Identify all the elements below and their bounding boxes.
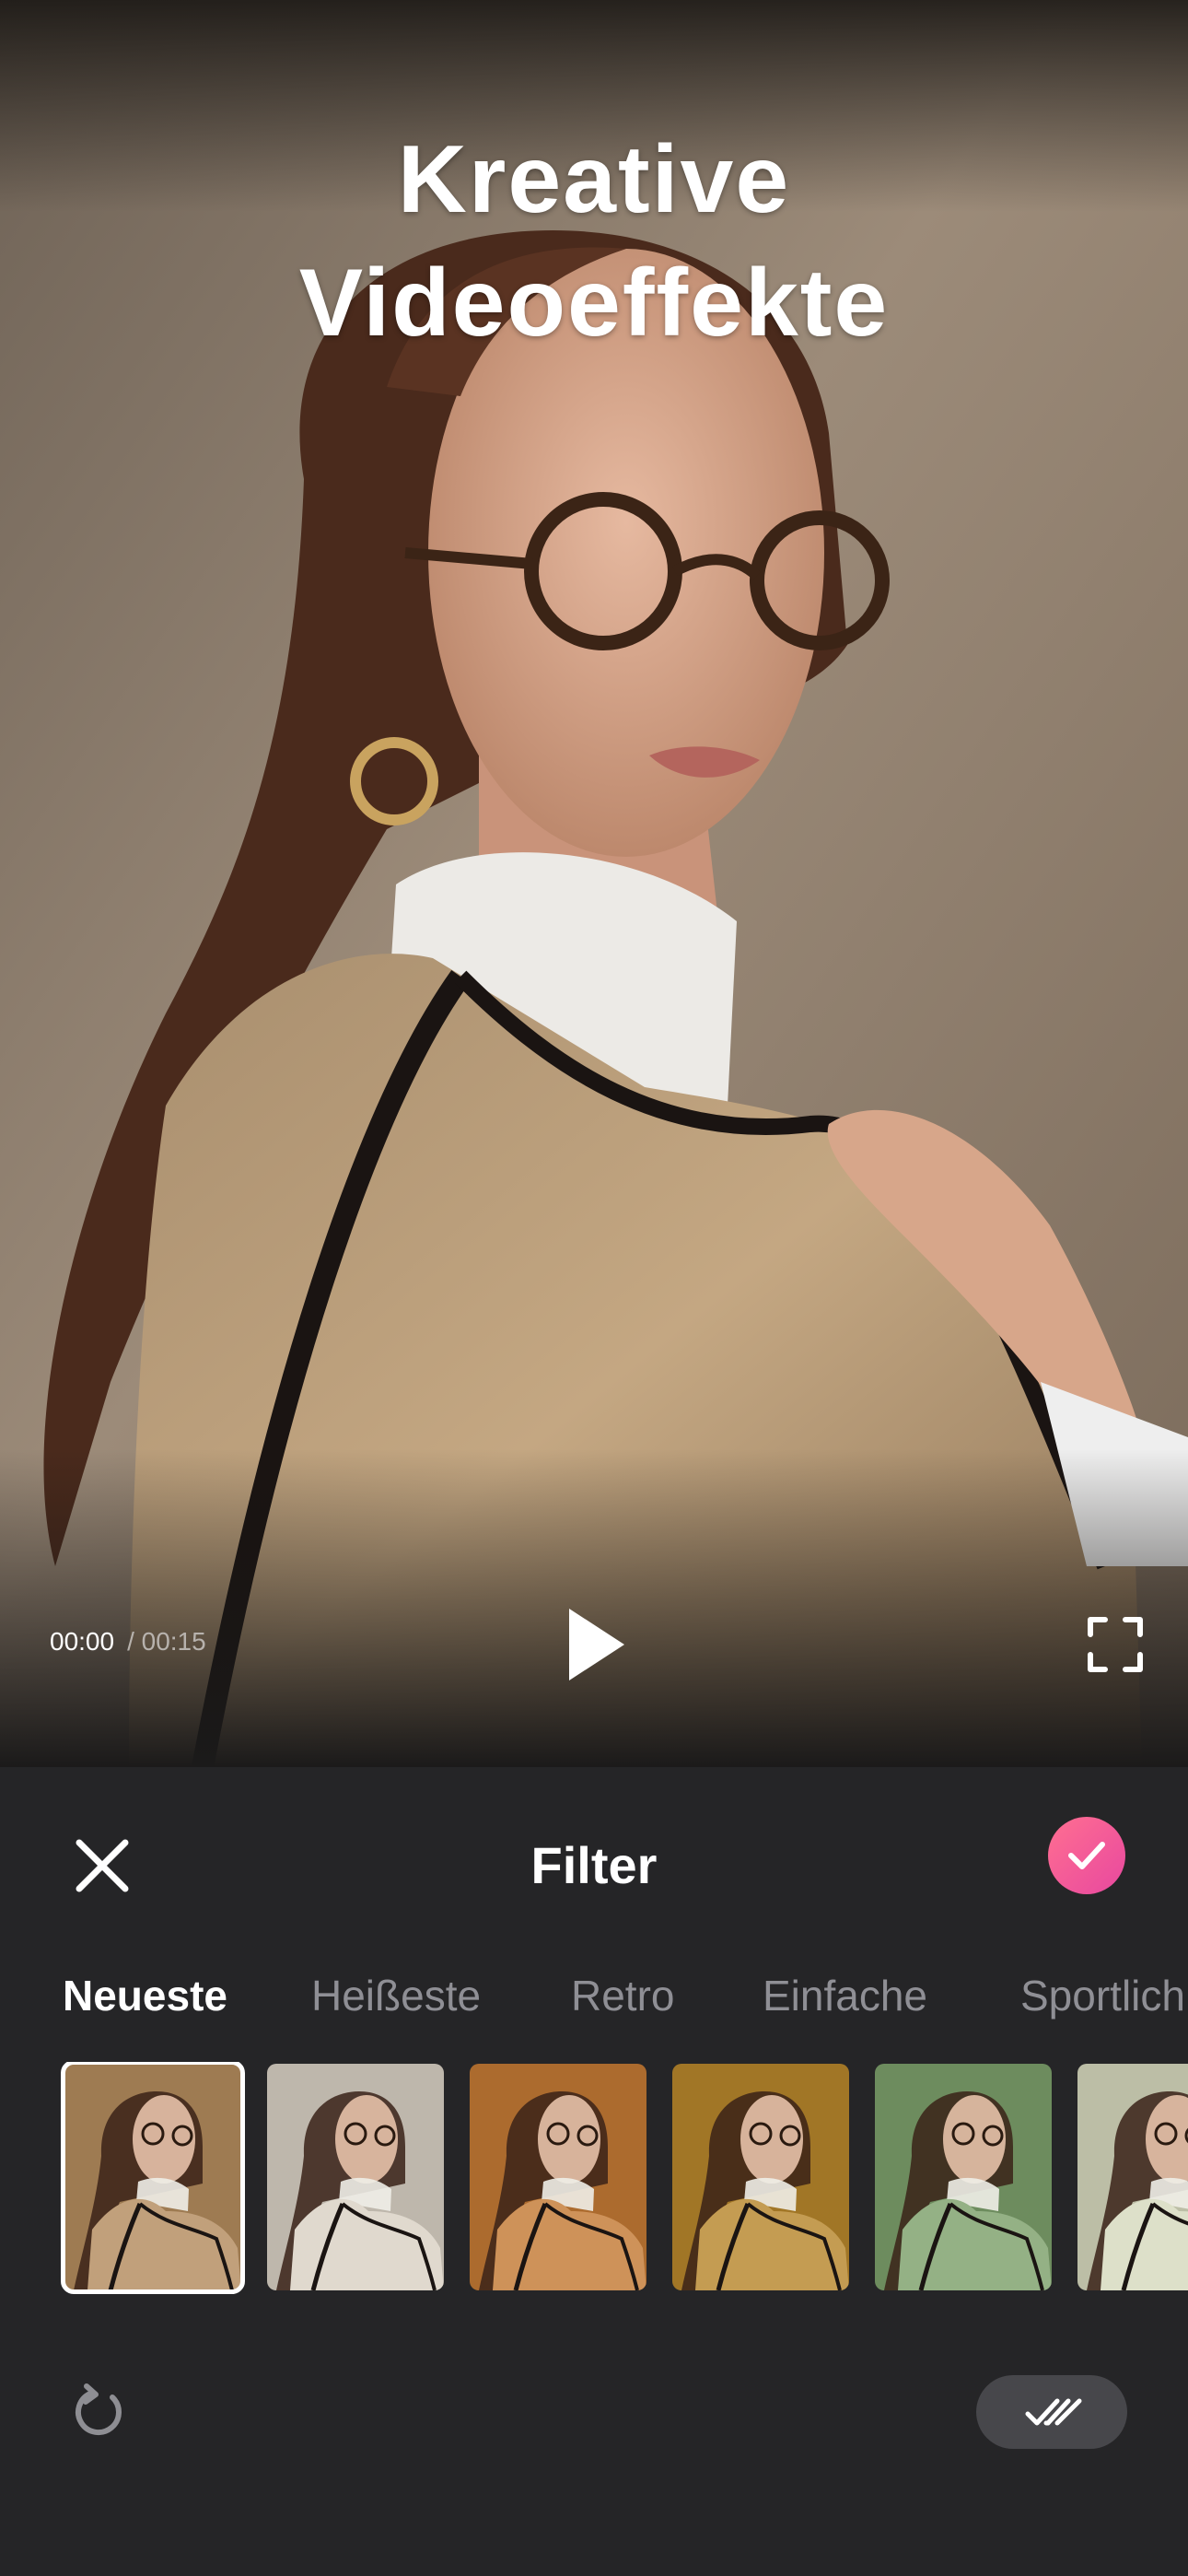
apply-to-all-button[interactable]	[976, 2375, 1127, 2449]
filter-preview-image	[672, 2064, 849, 2290]
tab-neueste[interactable]: Neueste	[63, 1959, 227, 2032]
play-icon	[569, 1609, 624, 1680]
filter-thumbnail[interactable]	[875, 2064, 1052, 2290]
filter-preview-image	[267, 2064, 444, 2290]
filter-thumbnail[interactable]	[672, 2064, 849, 2290]
fullscreen-icon	[1088, 1617, 1143, 1672]
tab-retro[interactable]: Retro	[571, 1959, 674, 2032]
headline-line-2: Videoeffekte	[298, 250, 890, 357]
filter-panel: Filter Neueste Heißeste Retro Einfache S…	[0, 1767, 1188, 2576]
tab-heisseste[interactable]: Heißeste	[311, 1959, 481, 2032]
fullscreen-button[interactable]	[1087, 1616, 1144, 1673]
tab-sportlich[interactable]: Sportlich	[1020, 1959, 1185, 2032]
filter-thumbnail[interactable]	[267, 2064, 444, 2290]
panel-title: Filter	[530, 1836, 658, 1894]
filter-preview-image	[875, 2064, 1052, 2290]
play-button[interactable]	[558, 1603, 632, 1686]
filter-thumbnail-strip	[0, 2062, 1188, 2296]
check-icon	[1068, 1842, 1105, 1869]
filter-preview-image	[1077, 2064, 1188, 2290]
headline-line-1: Kreative	[397, 126, 791, 233]
filter-category-tabs: Neueste Heißeste Retro Einfache Sportlic…	[0, 1959, 1188, 2032]
reset-button[interactable]	[70, 2383, 129, 2441]
filter-thumbnail[interactable]	[61, 2062, 245, 2294]
reset-icon	[76, 2383, 122, 2436]
playback-time: 00:00 / 00:15	[50, 1627, 206, 1657]
total-time: / 00:15	[127, 1627, 206, 1656]
filter-preview-image	[64, 2064, 241, 2290]
double-check-icon	[1025, 2398, 1082, 2426]
tab-einfache[interactable]: Einfache	[763, 1959, 927, 2032]
headline-text: Kreative Videoeffekte	[0, 118, 1188, 365]
filter-thumbnail[interactable]	[470, 2064, 646, 2290]
filter-thumbnail[interactable]	[1077, 2064, 1188, 2290]
filter-preview-image	[470, 2064, 646, 2290]
confirm-button[interactable]	[1048, 1817, 1125, 1894]
current-time: 00:00	[50, 1627, 115, 1656]
video-preview[interactable]: Kreative Videoeffekte 00:00 / 00:15	[0, 0, 1188, 1767]
